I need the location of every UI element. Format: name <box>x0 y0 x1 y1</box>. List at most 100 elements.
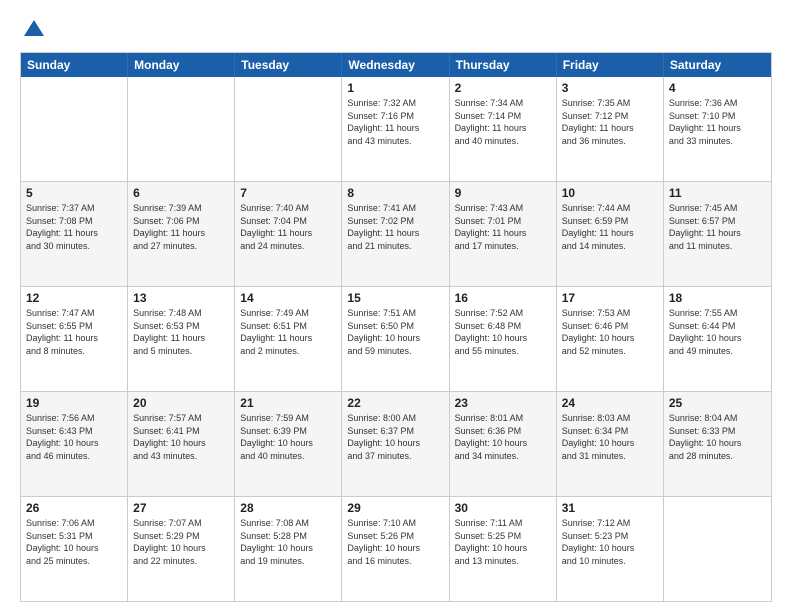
day-number: 25 <box>669 396 766 410</box>
day-number: 9 <box>455 186 551 200</box>
calendar-row-2: 5Sunrise: 7:37 AM Sunset: 7:08 PM Daylig… <box>21 182 771 287</box>
day-number: 2 <box>455 81 551 95</box>
day-cell-1: 1 Sunrise: 7:32 AM Sunset: 7:16 PM Daylig… <box>342 77 449 181</box>
day-info: Sunrise: 7:57 AM Sunset: 6:41 PM Dayligh… <box>133 412 229 462</box>
day-number: 15 <box>347 291 443 305</box>
day-number: 13 <box>133 291 229 305</box>
day-number: 10 <box>562 186 658 200</box>
day-number: 29 <box>347 501 443 515</box>
day-cell-7: 7Sunrise: 7:40 AM Sunset: 7:04 PM Daylig… <box>235 182 342 286</box>
header-cell-thursday: Thursday <box>450 53 557 77</box>
day-info: Sunrise: 7:32 AM Sunset: 7:16 PM Dayligh… <box>347 97 443 147</box>
day-number: 20 <box>133 396 229 410</box>
day-cell-3: 3Sunrise: 7:35 AM Sunset: 7:12 PM Daylig… <box>557 77 664 181</box>
day-cell-9: 9 Sunrise: 7:43 AM Sunset: 7:01 PM Daylig… <box>450 182 557 286</box>
day-cell-8: 8 Sunrise: 7:41 AM Sunset: 7:02 PM Daylig… <box>342 182 449 286</box>
day-info: Sunrise: 7:41 AM Sunset: 7:02 PM Dayligh… <box>347 202 443 252</box>
day-info: Sunrise: 7:45 AM Sunset: 6:57 PM Dayligh… <box>669 202 766 252</box>
day-info: Sunrise: 7:07 AM Sunset: 5:29 PM Dayligh… <box>133 517 229 567</box>
day-info: Sunrise: 8:03 AM Sunset: 6:34 PM Dayligh… <box>562 412 658 462</box>
header-cell-sunday: Sunday <box>21 53 128 77</box>
day-number: 14 <box>240 291 336 305</box>
day-info: Sunrise: 7:55 AM Sunset: 6:44 PM Dayligh… <box>669 307 766 357</box>
day-number: 23 <box>455 396 551 410</box>
day-number: 16 <box>455 291 551 305</box>
header-cell-tuesday: Tuesday <box>235 53 342 77</box>
day-info: Sunrise: 7:12 AM Sunset: 5:23 PM Dayligh… <box>562 517 658 567</box>
page: SundayMondayTuesdayWednesdayThursdayFrid… <box>0 0 792 612</box>
empty-cell <box>235 77 342 181</box>
day-cell-20: 20 Sunrise: 7:57 AM Sunset: 6:41 PM Dayli… <box>128 392 235 496</box>
calendar-header-row: SundayMondayTuesdayWednesdayThursdayFrid… <box>21 53 771 77</box>
day-cell-30: 30 Sunrise: 7:11 AM Sunset: 5:25 PM Dayli… <box>450 497 557 601</box>
day-cell-26: 26 Sunrise: 7:06 AM Sunset: 5:31 PM Dayli… <box>21 497 128 601</box>
day-cell-31: 31 Sunrise: 7:12 AM Sunset: 5:23 PM Dayli… <box>557 497 664 601</box>
day-cell-4: 4Sunrise: 7:36 AM Sunset: 7:10 PM Daylig… <box>664 77 771 181</box>
day-info: Sunrise: 7:11 AM Sunset: 5:25 PM Dayligh… <box>455 517 551 567</box>
day-info: Sunrise: 7:40 AM Sunset: 7:04 PM Dayligh… <box>240 202 336 252</box>
day-info: Sunrise: 7:36 AM Sunset: 7:10 PM Dayligh… <box>669 97 766 147</box>
day-cell-11: 11 Sunrise: 7:45 AM Sunset: 6:57 PM Dayli… <box>664 182 771 286</box>
day-info: Sunrise: 8:04 AM Sunset: 6:33 PM Dayligh… <box>669 412 766 462</box>
day-cell-5: 5Sunrise: 7:37 AM Sunset: 7:08 PM Daylig… <box>21 182 128 286</box>
day-info: Sunrise: 7:47 AM Sunset: 6:55 PM Dayligh… <box>26 307 122 357</box>
empty-cell <box>128 77 235 181</box>
logo-icon <box>20 16 48 44</box>
calendar: SundayMondayTuesdayWednesdayThursdayFrid… <box>20 52 772 602</box>
day-cell-29: 29Sunrise: 7:10 AM Sunset: 5:26 PM Dayli… <box>342 497 449 601</box>
day-number: 6 <box>133 186 229 200</box>
day-number: 30 <box>455 501 551 515</box>
day-info: Sunrise: 7:56 AM Sunset: 6:43 PM Dayligh… <box>26 412 122 462</box>
day-cell-23: 23 Sunrise: 8:01 AM Sunset: 6:36 PM Dayli… <box>450 392 557 496</box>
logo <box>20 16 52 44</box>
day-info: Sunrise: 7:49 AM Sunset: 6:51 PM Dayligh… <box>240 307 336 357</box>
day-info: Sunrise: 7:34 AM Sunset: 7:14 PM Dayligh… <box>455 97 551 147</box>
calendar-row-5: 26 Sunrise: 7:06 AM Sunset: 5:31 PM Dayli… <box>21 497 771 601</box>
day-info: Sunrise: 7:53 AM Sunset: 6:46 PM Dayligh… <box>562 307 658 357</box>
calendar-row-3: 12 Sunrise: 7:47 AM Sunset: 6:55 PM Dayli… <box>21 287 771 392</box>
day-cell-17: 17 Sunrise: 7:53 AM Sunset: 6:46 PM Dayli… <box>557 287 664 391</box>
header-cell-saturday: Saturday <box>664 53 771 77</box>
header-cell-wednesday: Wednesday <box>342 53 449 77</box>
day-cell-2: 2 Sunrise: 7:34 AM Sunset: 7:14 PM Daylig… <box>450 77 557 181</box>
day-info: Sunrise: 7:44 AM Sunset: 6:59 PM Dayligh… <box>562 202 658 252</box>
day-number: 27 <box>133 501 229 515</box>
day-cell-25: 25 Sunrise: 8:04 AM Sunset: 6:33 PM Dayli… <box>664 392 771 496</box>
day-cell-13: 13 Sunrise: 7:48 AM Sunset: 6:53 PM Dayli… <box>128 287 235 391</box>
day-number: 24 <box>562 396 658 410</box>
day-info: Sunrise: 7:43 AM Sunset: 7:01 PM Dayligh… <box>455 202 551 252</box>
day-cell-16: 16Sunrise: 7:52 AM Sunset: 6:48 PM Dayli… <box>450 287 557 391</box>
empty-cell <box>21 77 128 181</box>
day-cell-6: 6 Sunrise: 7:39 AM Sunset: 7:06 PM Daylig… <box>128 182 235 286</box>
day-info: Sunrise: 7:48 AM Sunset: 6:53 PM Dayligh… <box>133 307 229 357</box>
day-number: 12 <box>26 291 122 305</box>
calendar-row-4: 19 Sunrise: 7:56 AM Sunset: 6:43 PM Dayli… <box>21 392 771 497</box>
calendar-body: 1 Sunrise: 7:32 AM Sunset: 7:16 PM Daylig… <box>21 77 771 601</box>
day-cell-28: 28Sunrise: 7:08 AM Sunset: 5:28 PM Dayli… <box>235 497 342 601</box>
day-number: 1 <box>347 81 443 95</box>
calendar-row-1: 1 Sunrise: 7:32 AM Sunset: 7:16 PM Daylig… <box>21 77 771 182</box>
day-cell-18: 18 Sunrise: 7:55 AM Sunset: 6:44 PM Dayli… <box>664 287 771 391</box>
day-cell-21: 21Sunrise: 7:59 AM Sunset: 6:39 PM Dayli… <box>235 392 342 496</box>
day-cell-19: 19 Sunrise: 7:56 AM Sunset: 6:43 PM Dayli… <box>21 392 128 496</box>
day-number: 18 <box>669 291 766 305</box>
header-cell-monday: Monday <box>128 53 235 77</box>
header <box>20 16 772 44</box>
day-cell-12: 12 Sunrise: 7:47 AM Sunset: 6:55 PM Dayli… <box>21 287 128 391</box>
day-number: 8 <box>347 186 443 200</box>
day-info: Sunrise: 7:51 AM Sunset: 6:50 PM Dayligh… <box>347 307 443 357</box>
day-info: Sunrise: 7:06 AM Sunset: 5:31 PM Dayligh… <box>26 517 122 567</box>
empty-cell <box>664 497 771 601</box>
header-cell-friday: Friday <box>557 53 664 77</box>
day-info: Sunrise: 7:39 AM Sunset: 7:06 PM Dayligh… <box>133 202 229 252</box>
day-number: 17 <box>562 291 658 305</box>
day-number: 26 <box>26 501 122 515</box>
day-number: 11 <box>669 186 766 200</box>
day-cell-14: 14 Sunrise: 7:49 AM Sunset: 6:51 PM Dayli… <box>235 287 342 391</box>
day-number: 21 <box>240 396 336 410</box>
day-cell-10: 10 Sunrise: 7:44 AM Sunset: 6:59 PM Dayli… <box>557 182 664 286</box>
day-info: Sunrise: 8:01 AM Sunset: 6:36 PM Dayligh… <box>455 412 551 462</box>
day-info: Sunrise: 8:00 AM Sunset: 6:37 PM Dayligh… <box>347 412 443 462</box>
day-number: 31 <box>562 501 658 515</box>
day-number: 19 <box>26 396 122 410</box>
